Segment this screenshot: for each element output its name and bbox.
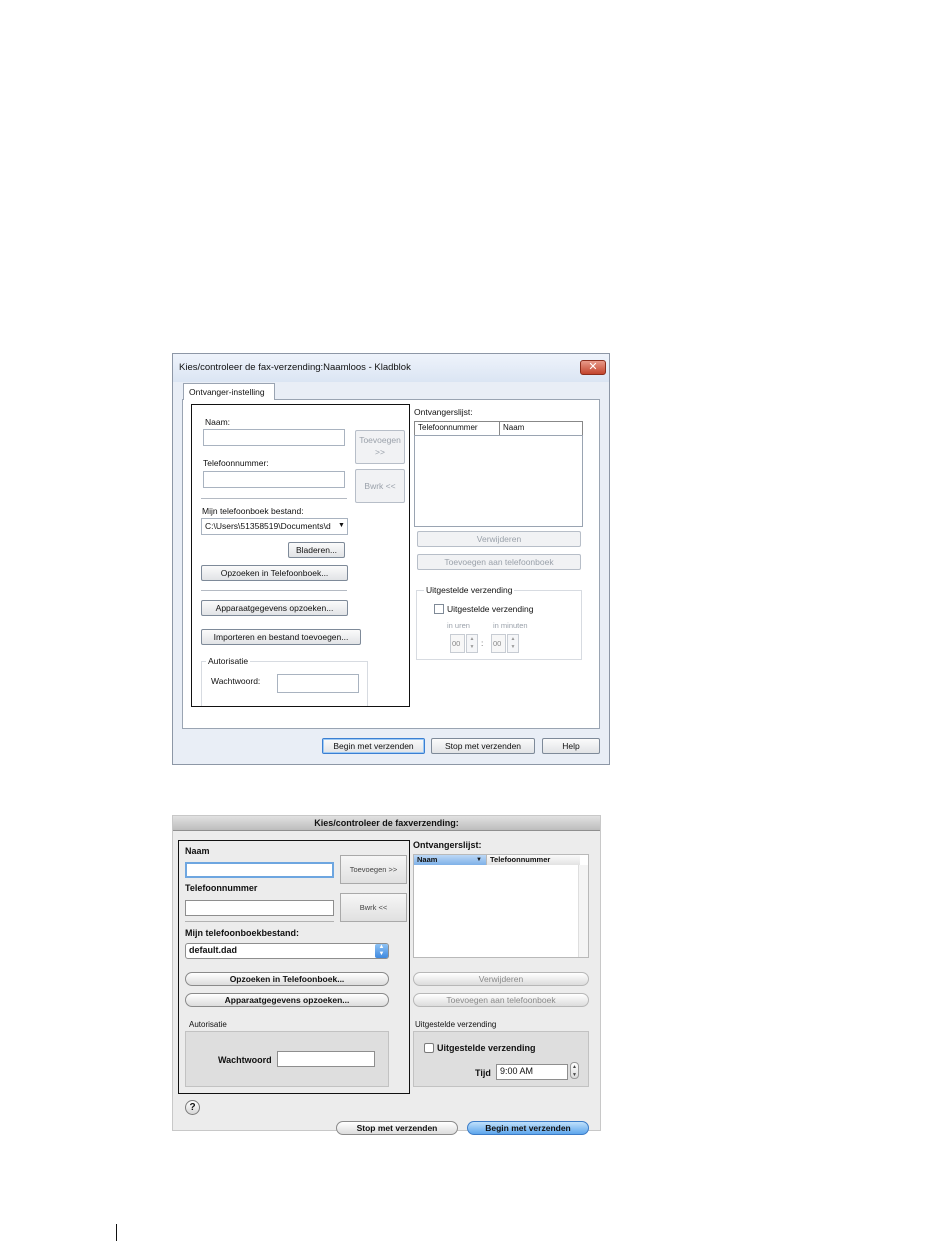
stop-send-button[interactable]: Stop met verzenden [336,1121,458,1135]
add-to-phonebook-button[interactable]: Toevoegen aan telefoonboek [417,554,581,570]
delayed-send-label: Uitgestelde verzending [447,604,534,614]
minutes-input[interactable]: 00 [491,634,506,653]
minutes-spinner[interactable]: ▲ ▼ [507,634,519,653]
sort-arrow-icon: ▼ [476,857,482,863]
recipients-list[interactable] [414,435,583,527]
scrollbar[interactable] [578,865,588,957]
chevron-down-icon[interactable]: ▼ [338,522,345,529]
phone-input[interactable] [185,900,334,916]
lookup-device-button[interactable]: Apparaatgegevens opzoeken... [185,993,389,1007]
divider [201,498,347,499]
phonebook-file-select[interactable]: C:\Users\51358519\Documents\d [201,518,348,535]
import-button[interactable]: Importeren en bestand toevoegen... [201,629,361,645]
auth-group-label: Autorisatie [206,656,251,666]
name-label: Naam: [205,417,231,427]
column-name-header[interactable]: Naam [499,421,583,436]
time-label: Tijd [475,1068,491,1078]
remove-recipient-button[interactable]: Bwrk << [340,893,407,922]
hours-spinner[interactable]: ▲ ▼ [466,634,478,653]
delayed-send-label: Uitgestelde verzending [437,1043,536,1053]
close-button[interactable]: ✕ [580,360,606,375]
delayed-send-group-label: Uitgestelde verzending [424,585,515,595]
recipients-label: Ontvangerslijst: [414,407,473,417]
name-input[interactable] [203,429,345,446]
column-phone-header[interactable]: Telefoonnummer [414,421,500,436]
start-send-button[interactable]: Begin met verzenden [322,738,425,754]
hours-input[interactable]: 00 [450,634,465,653]
lookup-device-button[interactable]: Apparaatgegevens opzoeken... [201,600,348,616]
phone-label: Telefoonnummer: [203,458,269,468]
delayed-send-checkbox[interactable] [424,1043,434,1053]
column-name-label: Naam [417,855,438,864]
password-label: Wachtwoord: [211,676,261,686]
phonebook-file-label: Mijn telefoonboek bestand: [202,506,304,516]
name-input[interactable] [185,862,334,878]
mac-fax-dialog: Kies/controleer de faxverzending: Naam T… [172,815,601,1135]
delayed-send-group-label: Uitgestelde verzending [415,1020,497,1029]
divider [185,921,334,922]
dialog-title: Kies/controleer de fax-verzending:Naamlo… [179,362,411,373]
help-icon[interactable]: ? [185,1100,200,1115]
help-button[interactable]: Help [542,738,600,754]
add-recipient-button[interactable]: Toevoegen >> [340,855,407,884]
divider [201,590,347,591]
phonebook-file-select[interactable]: default.dad [185,943,389,959]
start-send-button[interactable]: Begin met verzenden [467,1121,589,1135]
chevron-updown-icon[interactable]: ▲ ▼ [375,944,388,958]
phonebook-file-label: Mijn telefoonboekbestand: [185,928,300,938]
delayed-send-checkbox[interactable] [434,604,444,614]
column-phone-header[interactable]: Telefoonnummer [486,855,580,865]
hours-label: in uren [447,621,470,630]
remove-recipient-button[interactable]: Bwrk << [355,469,405,503]
delete-button[interactable]: Verwijderen [413,972,589,986]
time-separator: : [481,638,484,648]
tab-recipient-settings[interactable]: Ontvanger-instelling [183,383,275,400]
recipients-list[interactable] [413,854,589,958]
password-input[interactable] [277,1051,375,1067]
browse-button[interactable]: Bladeren... [288,542,345,558]
lookup-phonebook-button[interactable]: Opzoeken in Telefoonboek... [185,972,389,986]
lookup-phonebook-button[interactable]: Opzoeken in Telefoonboek... [201,565,348,581]
windows-fax-dialog: Kies/controleer de fax-verzending:Naamlo… [172,353,610,765]
auth-group-label: Autorisatie [189,1020,227,1029]
phone-input[interactable] [203,471,345,488]
dialog-title: Kies/controleer de faxverzending: [314,818,459,828]
page-margin-marker [116,1224,117,1241]
column-name-header[interactable]: Naam ▼ [414,855,486,865]
minutes-label: in minuten [493,621,528,630]
time-input[interactable]: 9:00 AM [496,1064,568,1080]
password-label: Wachtwoord [218,1055,272,1065]
time-stepper[interactable]: ▲ ▼ [570,1062,579,1079]
name-label: Naam [185,846,210,856]
recipients-label: Ontvangerslijst: [413,840,482,850]
delete-button[interactable]: Verwijderen [417,531,581,547]
stop-send-button[interactable]: Stop met verzenden [431,738,535,754]
add-to-phonebook-button[interactable]: Toevoegen aan telefoonboek [413,993,589,1007]
phone-label: Telefoonnummer [185,883,258,893]
password-input[interactable] [277,674,359,693]
add-recipient-button[interactable]: Toevoegen >> [355,430,405,464]
